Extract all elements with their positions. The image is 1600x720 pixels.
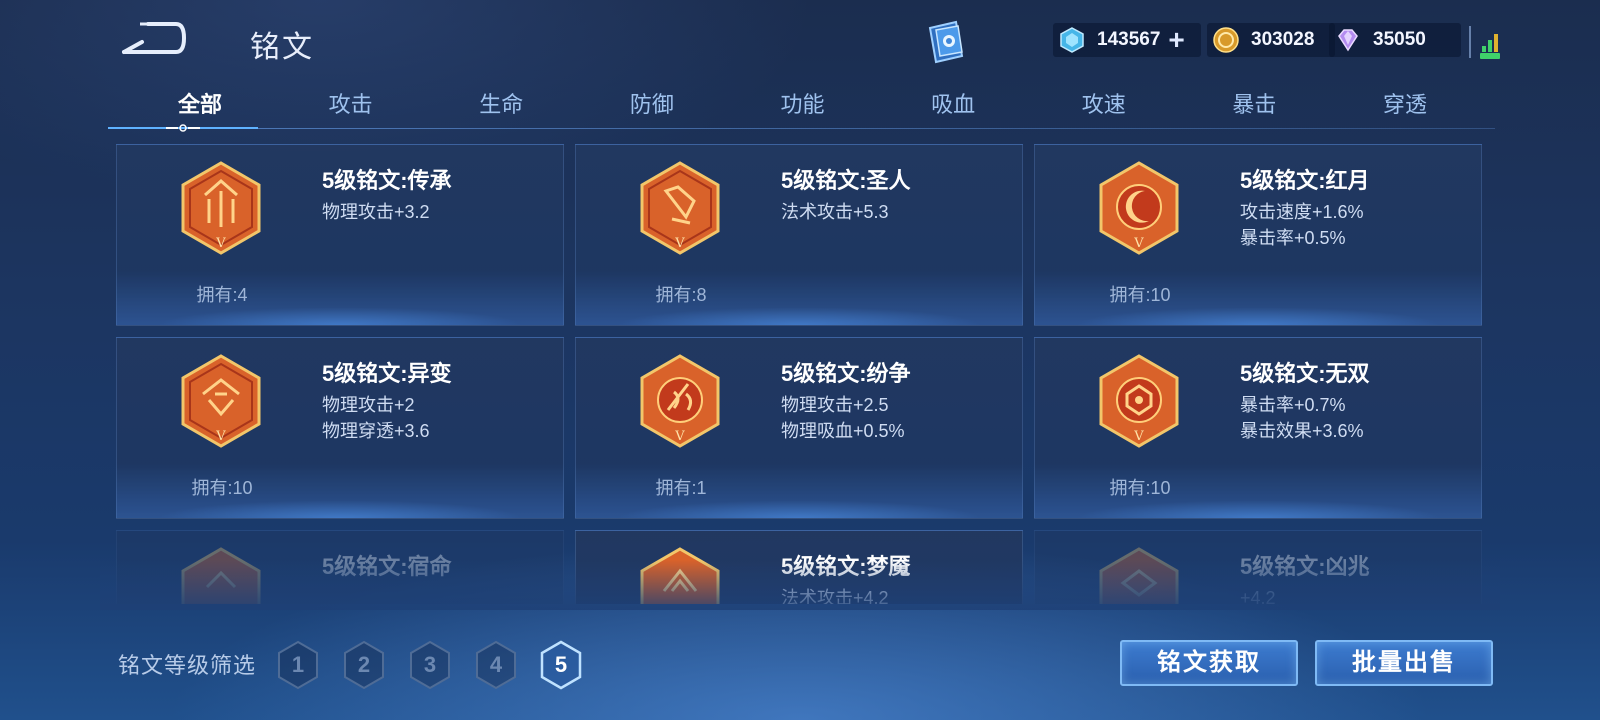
inscription-stats: 物理攻击+2.5 物理吸血+0.5% — [781, 392, 905, 444]
stat-line: 物理攻击+3.2 — [322, 202, 430, 222]
inscription-name: 5级铭文:纷争 — [781, 361, 911, 386]
active-tab-indicator — [108, 124, 258, 132]
sage-emblem-icon: V — [640, 161, 720, 255]
inscription-name: 5级铭文:传承 — [322, 168, 452, 193]
owned-count: 拥有:10 — [1109, 285, 1171, 305]
level-filter-4[interactable]: 4 — [474, 640, 518, 690]
svg-text:V: V — [674, 429, 685, 444]
purple-crystal-amount: 35050 — [1373, 29, 1426, 50]
red-moon-emblem-icon: V — [1099, 161, 1179, 255]
inscription-card[interactable]: V 5级铭文:红月 攻击速度+1.6% 暴击率+0.5% 拥有:10 — [1034, 144, 1482, 326]
stat-line: 物理穿透+3.6 — [322, 421, 430, 441]
owned-count: 拥有:8 — [655, 285, 707, 305]
tab-penetration[interactable]: 穿透 — [1365, 88, 1445, 130]
inscription-name: 5级铭文:宿命 — [322, 554, 452, 579]
tab-health[interactable]: 生命 — [461, 88, 541, 130]
svg-text:V: V — [215, 236, 226, 251]
stat-line: 暴击率+0.5% — [1240, 228, 1346, 248]
tab-divider — [108, 128, 1495, 129]
page-title: 铭文 — [250, 31, 314, 64]
gold-coin-amount: 303028 — [1251, 29, 1315, 50]
batch-sell-button[interactable]: 批量出售 — [1315, 640, 1493, 686]
inscription-card[interactable]: 5级铭文:凶兆 +4.2 — [1034, 530, 1482, 604]
diamond-coupon-amount: 143567 — [1097, 29, 1161, 50]
stat-line: 暴击效果+3.6% — [1240, 421, 1364, 441]
inscription-stats: 法术攻击+5.3 — [781, 199, 889, 225]
inscription-name: 5级铭文:红月 — [1240, 168, 1370, 193]
tab-attack-speed[interactable]: 攻速 — [1064, 88, 1144, 130]
stat-line: 法术攻击+5.3 — [781, 202, 889, 222]
network-status-icon — [1469, 26, 1500, 59]
stat-line: 暴击率+0.7% — [1240, 395, 1346, 415]
inscription-stats: 物理攻击+3.2 — [322, 199, 430, 225]
fate-emblem-icon — [181, 547, 261, 604]
diamond-coupon-counter: 143567 + — [1053, 23, 1201, 57]
svg-text:V: V — [1133, 236, 1144, 251]
inscription-card[interactable]: 5级铭文:梦魇 法术攻击+4.2 — [575, 530, 1023, 604]
inscription-stats: 暴击率+0.7% 暴击效果+3.6% — [1240, 392, 1364, 444]
inscription-stats: +4.2 — [1240, 585, 1276, 604]
inscription-name: 5级铭文:凶兆 — [1240, 554, 1370, 579]
tab-lifesteal[interactable]: 吸血 — [913, 88, 993, 130]
mutation-emblem-icon: V — [181, 354, 261, 448]
add-currency-button[interactable]: + — [1168, 26, 1184, 54]
svg-text:V: V — [215, 429, 226, 444]
tab-attack[interactable]: 攻击 — [311, 88, 391, 130]
tab-utility[interactable]: 功能 — [763, 88, 843, 130]
stat-line: 物理攻击+2 — [322, 395, 415, 415]
level-number: 3 — [423, 652, 437, 677]
owned-count: 拥有:10 — [1109, 478, 1171, 498]
category-tabs: 全部 攻击 生命 防御 功能 吸血 攻速 暴击 穿透 — [108, 88, 1495, 130]
inscription-stats: 法术攻击+4.2 — [781, 585, 889, 604]
inscription-card[interactable]: V 5级铭文:无双 暴击率+0.7% 暴击效果+3.6% 拥有:10 — [1034, 337, 1482, 519]
level-filter-3[interactable]: 3 — [408, 640, 452, 690]
tab-defense[interactable]: 防御 — [612, 88, 692, 130]
inscription-book-icon[interactable] — [920, 18, 970, 66]
inscription-card[interactable]: V 5级铭文:异变 物理攻击+2 物理穿透+3.6 拥有:10 — [116, 337, 564, 519]
stat-line: +4.2 — [1240, 588, 1276, 604]
inscription-grid: V 5级铭文:传承 物理攻击+3.2 拥有:4 V 5级铭文:圣人 法术攻击+5… — [116, 144, 1482, 604]
inscription-stats: 攻击速度+1.6% 暴击率+0.5% — [1240, 199, 1364, 251]
level-filter-label: 铭文等级筛选 — [118, 653, 257, 678]
acquire-inscription-button[interactable]: 铭文获取 — [1120, 640, 1298, 686]
inheritance-emblem-icon: V — [181, 161, 261, 255]
inscription-card[interactable]: V 5级铭文:圣人 法术攻击+5.3 拥有:8 — [575, 144, 1023, 326]
level-number: 4 — [489, 652, 503, 677]
inscription-card[interactable]: V 5级铭文:传承 物理攻击+3.2 拥有:4 — [116, 144, 564, 326]
inscription-card[interactable]: 5级铭文:宿命 — [116, 530, 564, 604]
inscription-name: 5级铭文:圣人 — [781, 168, 911, 193]
inscription-name: 5级铭文:异变 — [322, 361, 452, 386]
level-number: 5 — [554, 652, 568, 677]
inscription-name: 5级铭文:无双 — [1240, 361, 1370, 386]
level-filter-1[interactable]: 1 — [276, 640, 320, 690]
svg-text:V: V — [1133, 429, 1144, 444]
discord-emblem-icon: V — [640, 354, 720, 448]
stat-line: 攻击速度+1.6% — [1240, 202, 1364, 222]
gold-coin-icon — [1213, 27, 1239, 53]
level-number: 1 — [291, 652, 305, 677]
peerless-emblem-icon: V — [1099, 354, 1179, 448]
level-number: 2 — [357, 652, 371, 677]
inscription-name: 5级铭文:梦魇 — [781, 554, 911, 579]
owned-count: 拥有:4 — [196, 285, 248, 305]
inscription-card[interactable]: V 5级铭文:纷争 物理攻击+2.5 物理吸血+0.5% 拥有:1 — [575, 337, 1023, 519]
stat-line: 法术攻击+4.2 — [781, 588, 889, 604]
owned-count: 拥有:1 — [655, 478, 707, 498]
gold-coin-counter: 303028 — [1207, 23, 1335, 57]
svg-text:V: V — [674, 236, 685, 251]
purple-crystal-icon — [1338, 29, 1358, 52]
level-filter-2[interactable]: 2 — [342, 640, 386, 690]
stat-line: 物理攻击+2.5 — [781, 395, 889, 415]
level-filter-5[interactable]: 5 — [539, 640, 583, 690]
owned-count: 拥有:10 — [191, 478, 253, 498]
tab-critical[interactable]: 暴击 — [1214, 88, 1294, 130]
purple-crystal-counter: 35050 — [1329, 23, 1461, 57]
omen-emblem-icon — [1099, 547, 1179, 604]
stat-line: 物理吸血+0.5% — [781, 421, 905, 441]
back-button[interactable] — [120, 20, 186, 56]
nightmare-emblem-icon — [640, 547, 720, 604]
diamond-coupon-icon — [1060, 27, 1084, 53]
inscription-stats: 物理攻击+2 物理穿透+3.6 — [322, 392, 430, 444]
